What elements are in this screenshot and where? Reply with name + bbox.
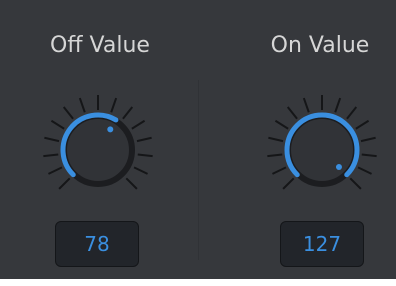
panel-body: Off Value On Value 78 127: [0, 0, 396, 279]
knob-tick: [282, 177, 295, 190]
knob-tick: [360, 136, 376, 143]
knob-tick: [361, 153, 377, 158]
knob-tick: [58, 177, 71, 190]
knob-tick: [131, 119, 146, 130]
knob-tick: [346, 106, 358, 120]
off-value-field[interactable]: 78: [55, 221, 139, 267]
knob-tick: [137, 153, 153, 158]
on-value-field[interactable]: 127: [280, 221, 364, 267]
column-divider: [198, 80, 199, 260]
knob-tick: [334, 97, 342, 113]
knob-tick: [44, 136, 60, 143]
knob-tick: [274, 119, 289, 130]
on-value-label: On Value: [270, 33, 370, 58]
on-value-knob[interactable]: [262, 90, 382, 210]
knob-tick: [136, 136, 152, 143]
knob-tick: [302, 97, 310, 113]
knob-tick: [355, 119, 370, 130]
knob-tick: [48, 166, 63, 175]
knob-tick: [357, 166, 372, 175]
midi-control-panel: Off Value On Value 78 127: [0, 0, 396, 286]
knob-tick: [133, 166, 148, 175]
knob-tick: [125, 177, 138, 190]
knob-pointer-icon: [335, 163, 342, 170]
knob-pointer-icon: [107, 126, 114, 133]
knob-tick: [267, 153, 283, 158]
off-value-label: Off Value: [50, 33, 150, 58]
off-value-knob[interactable]: [38, 90, 158, 210]
knob-tick: [272, 166, 287, 175]
knob-tick: [50, 119, 65, 130]
knob-tick: [349, 177, 362, 190]
knob-tick: [122, 106, 134, 120]
knob-tick: [78, 97, 86, 113]
knob-tick: [286, 106, 298, 120]
knob-tick: [268, 136, 284, 143]
knob-tick: [43, 153, 59, 158]
knob-tick: [110, 97, 118, 113]
knob-tick: [62, 106, 74, 120]
